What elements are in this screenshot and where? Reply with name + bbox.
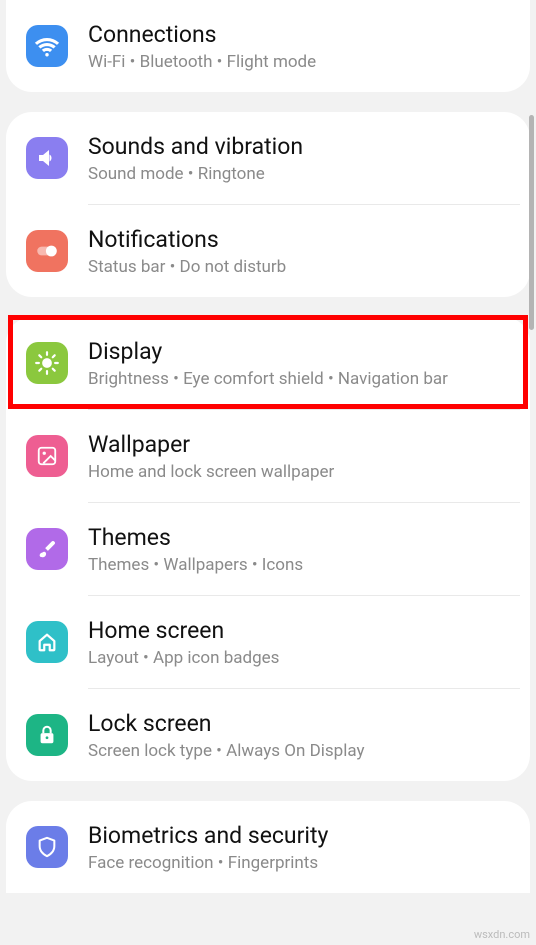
home-icon bbox=[26, 621, 68, 663]
settings-item-text: Biometrics and security Face recognition … bbox=[88, 822, 510, 873]
settings-group: Sounds and vibration Sound mode • Rington… bbox=[6, 112, 530, 297]
sun-icon bbox=[26, 342, 68, 384]
settings-item-text: Sounds and vibration Sound mode • Rington… bbox=[88, 133, 510, 184]
settings-item-text: Connections Wi-Fi • Bluetooth • Flight mo… bbox=[88, 21, 510, 72]
settings-item-title: Display bbox=[88, 338, 510, 365]
settings-group: Connections Wi-Fi • Bluetooth • Flight mo… bbox=[6, 0, 530, 92]
settings-item-display[interactable]: Display Brightness • Eye comfort shield •… bbox=[6, 317, 530, 409]
settings-item-notifications[interactable]: Notifications Status bar • Do not disturb bbox=[6, 205, 530, 297]
settings-item-subtitle: Home and lock screen wallpaper bbox=[88, 462, 510, 482]
settings-group: Display Brightness • Eye comfort shield •… bbox=[6, 317, 530, 781]
settings-item-text: Display Brightness • Eye comfort shield •… bbox=[88, 338, 510, 389]
settings-item-title: Lock screen bbox=[88, 710, 510, 737]
settings-item-title: Home screen bbox=[88, 617, 510, 644]
settings-item-title: Biometrics and security bbox=[88, 822, 510, 849]
settings-item-subtitle: Screen lock type • Always On Display bbox=[88, 741, 510, 761]
settings-item-text: Notifications Status bar • Do not disturb bbox=[88, 226, 510, 277]
settings-item-subtitle: Status bar • Do not disturb bbox=[88, 257, 510, 277]
settings-item-subtitle: Face recognition • Fingerprints bbox=[88, 853, 510, 873]
settings-item-subtitle: Brightness • Eye comfort shield • Naviga… bbox=[88, 369, 510, 389]
shield-icon bbox=[26, 826, 68, 868]
brush-icon bbox=[26, 528, 68, 570]
settings-item-title: Connections bbox=[88, 21, 510, 48]
settings-item-subtitle: Wi-Fi • Bluetooth • Flight mode bbox=[88, 52, 510, 72]
lock-icon bbox=[26, 714, 68, 756]
settings-item-text: Lock screen Screen lock type • Always On … bbox=[88, 710, 510, 761]
settings-item-home-screen[interactable]: Home screen Layout • App icon badges bbox=[6, 596, 530, 688]
settings-item-text: Themes Themes • Wallpapers • Icons bbox=[88, 524, 510, 575]
settings-item-sounds[interactable]: Sounds and vibration Sound mode • Rington… bbox=[6, 112, 530, 204]
settings-item-wallpaper[interactable]: Wallpaper Home and lock screen wallpaper bbox=[6, 410, 530, 502]
settings-item-connections[interactable]: Connections Wi-Fi • Bluetooth • Flight mo… bbox=[6, 0, 530, 92]
settings-item-title: Sounds and vibration bbox=[88, 133, 510, 160]
scroll-indicator bbox=[529, 115, 534, 330]
wifi-icon bbox=[26, 25, 68, 67]
settings-item-lock-screen[interactable]: Lock screen Screen lock type • Always On … bbox=[6, 689, 530, 781]
settings-item-text: Home screen Layout • App icon badges bbox=[88, 617, 510, 668]
toggle-icon bbox=[26, 230, 68, 272]
settings-item-themes[interactable]: Themes Themes • Wallpapers • Icons bbox=[6, 503, 530, 595]
settings-item-subtitle: Themes • Wallpapers • Icons bbox=[88, 555, 510, 575]
settings-group: Biometrics and security Face recognition … bbox=[6, 801, 530, 893]
settings-item-subtitle: Layout • App icon badges bbox=[88, 648, 510, 668]
speaker-icon bbox=[26, 137, 68, 179]
settings-item-biometrics[interactable]: Biometrics and security Face recognition … bbox=[6, 801, 530, 893]
settings-item-title: Notifications bbox=[88, 226, 510, 253]
watermark: wsxdn.com bbox=[474, 928, 530, 941]
settings-item-title: Themes bbox=[88, 524, 510, 551]
settings-item-subtitle: Sound mode • Ringtone bbox=[88, 164, 510, 184]
image-icon bbox=[26, 435, 68, 477]
settings-item-title: Wallpaper bbox=[88, 431, 510, 458]
settings-item-text: Wallpaper Home and lock screen wallpaper bbox=[88, 431, 510, 482]
